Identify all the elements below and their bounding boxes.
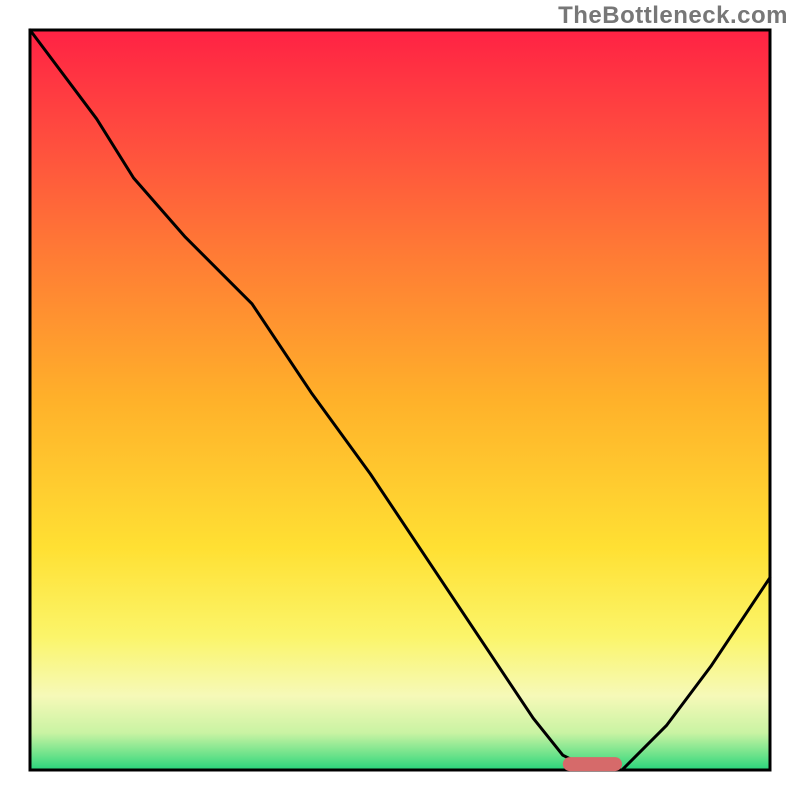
- chart-svg: [0, 0, 800, 800]
- plot-background: [30, 30, 770, 770]
- optimal-marker: [563, 757, 622, 771]
- chart-container: TheBottleneck.com: [0, 0, 800, 800]
- watermark-text: TheBottleneck.com: [558, 2, 788, 30]
